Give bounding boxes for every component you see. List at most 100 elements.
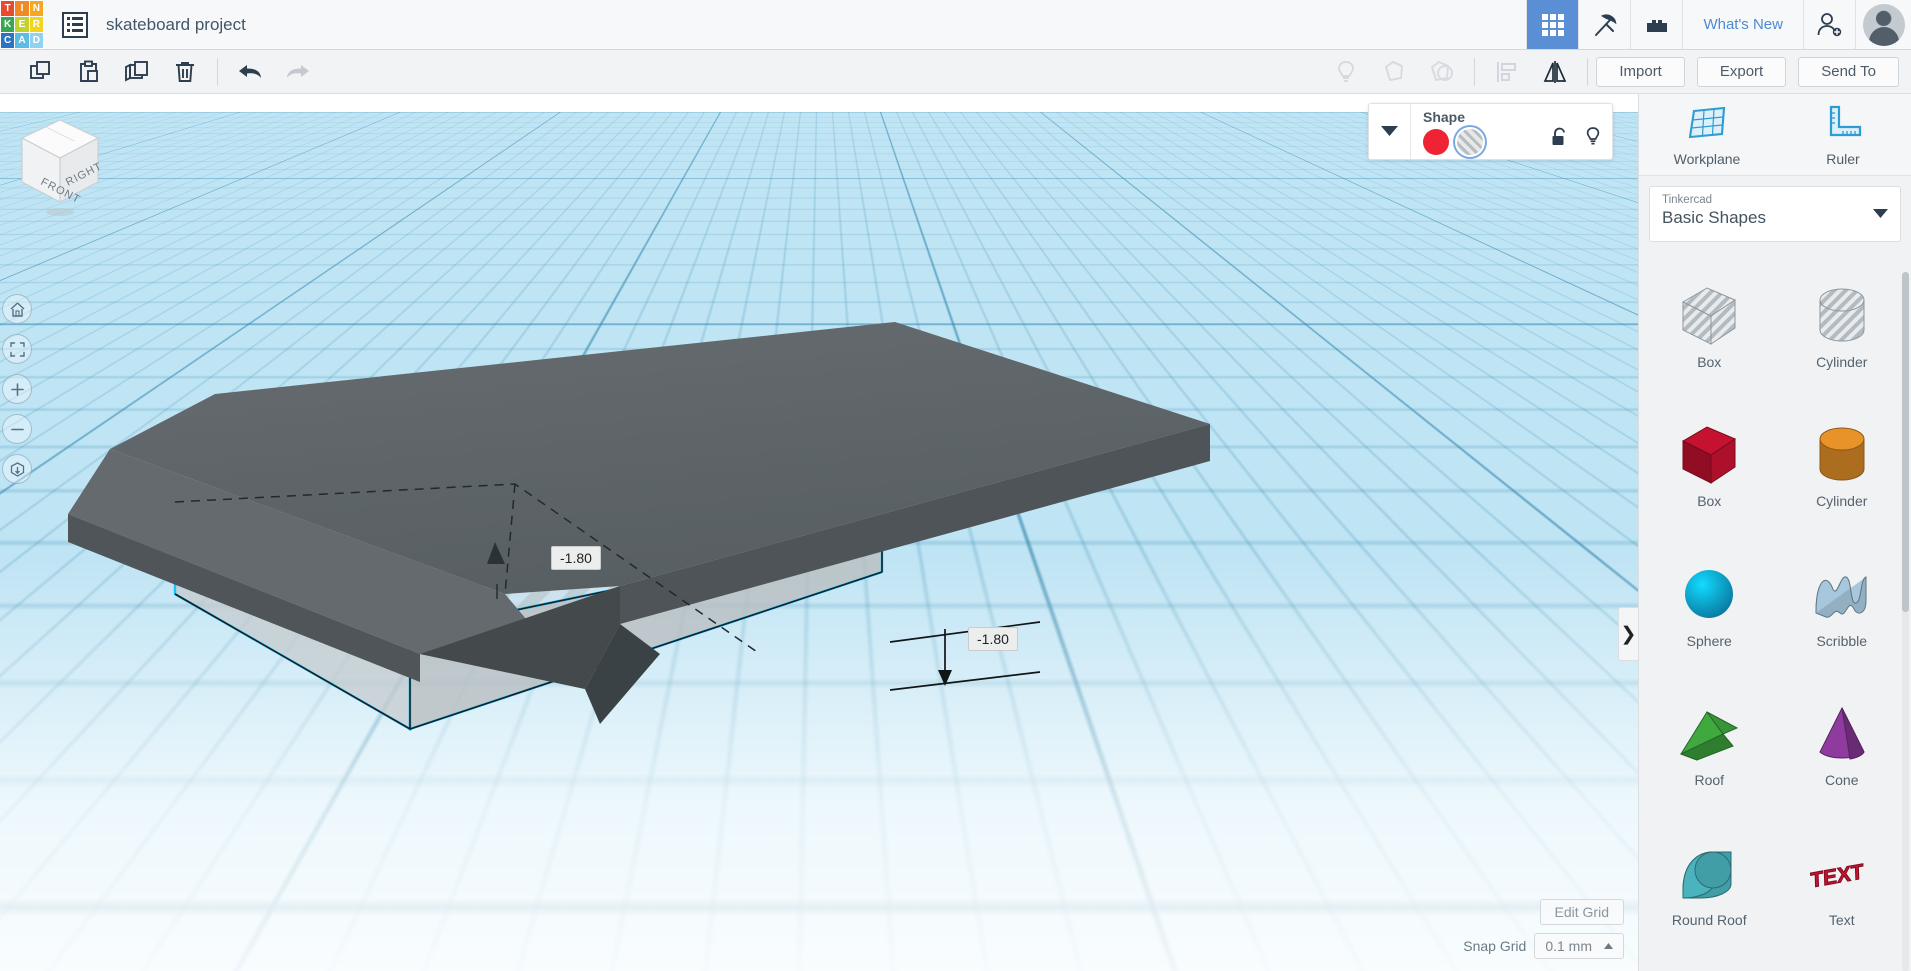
toolbar-divider-2 bbox=[1474, 57, 1476, 86]
import-button[interactable]: Import bbox=[1596, 56, 1685, 87]
shape-cylinder-orange[interactable]: Cylinder bbox=[1776, 413, 1909, 528]
mirror-button[interactable] bbox=[1531, 50, 1579, 93]
unlock-icon[interactable] bbox=[1551, 127, 1568, 147]
workplane-offset-label[interactable]: -1.80 bbox=[968, 627, 1018, 651]
zoom-in-button[interactable] bbox=[2, 374, 32, 404]
ruler-tool[interactable]: Ruler bbox=[1775, 103, 1911, 167]
roof-thumbnail bbox=[1673, 700, 1745, 768]
shape-label: Round Roof bbox=[1671, 911, 1747, 928]
view-nav-controls bbox=[2, 294, 32, 484]
shape-roof[interactable]: Roof bbox=[1643, 692, 1776, 807]
shape-library-dropdown[interactable]: Tinkercad Basic Shapes bbox=[1649, 186, 1901, 242]
undo-arrow-icon bbox=[239, 64, 261, 78]
undo-button[interactable] bbox=[226, 50, 274, 93]
align-icon bbox=[1497, 61, 1517, 82]
sidebar-scroll-thumb[interactable] bbox=[1902, 272, 1909, 612]
redo-button[interactable] bbox=[274, 50, 322, 93]
shape-cylinder-hole[interactable]: Cylinder bbox=[1776, 274, 1909, 389]
snap-grid-select[interactable]: 0.1 mm bbox=[1534, 933, 1624, 959]
logo-letter: R bbox=[29, 17, 43, 32]
grid-controls: Edit Grid Snap Grid 0.1 mm bbox=[1463, 899, 1624, 959]
logo-letter: E bbox=[15, 17, 29, 32]
lightbulb-icon[interactable] bbox=[1584, 126, 1602, 147]
header-spacer bbox=[246, 0, 1527, 49]
shape-box-red[interactable]: Box bbox=[1643, 413, 1776, 528]
codeblocks-button[interactable] bbox=[1578, 0, 1630, 49]
document-list-icon[interactable] bbox=[62, 11, 88, 38]
group-button[interactable] bbox=[1370, 50, 1418, 93]
edit-grid-button[interactable]: Edit Grid bbox=[1539, 899, 1624, 925]
pickaxe-icon bbox=[1594, 13, 1617, 36]
minus-icon bbox=[10, 428, 24, 430]
duplicate-button[interactable] bbox=[113, 50, 161, 93]
workplane-grid-icon bbox=[1688, 106, 1726, 138]
shape-label: Cone bbox=[1825, 772, 1859, 789]
cylinder-thumbnail bbox=[1806, 421, 1878, 489]
shape-text[interactable]: TEXT Text bbox=[1776, 832, 1909, 947]
view-cube[interactable]: FRONT RIGHT bbox=[12, 112, 108, 216]
page-title[interactable]: skateboard project bbox=[106, 15, 246, 35]
export-button[interactable]: Export bbox=[1696, 56, 1787, 87]
tinkercad-app: TINKERCAD skateboard project What's New … bbox=[0, 0, 1911, 971]
trash-icon bbox=[176, 61, 194, 82]
toolbar-divider-3 bbox=[1587, 57, 1589, 86]
gallery-grid-button[interactable] bbox=[1526, 0, 1579, 49]
avatar-button[interactable] bbox=[1855, 0, 1911, 49]
shape-scribble[interactable]: Scribble bbox=[1776, 553, 1909, 668]
shape-panel-actions bbox=[1551, 126, 1602, 147]
home-view-button[interactable] bbox=[2, 294, 32, 324]
cube-thumbnail bbox=[1673, 421, 1745, 489]
shape-label: Roof bbox=[1694, 772, 1725, 789]
bricks-button[interactable] bbox=[1630, 0, 1682, 49]
panel-collapse-handle[interactable]: ❯ bbox=[1618, 607, 1638, 661]
shape-properties-panel[interactable]: Shape bbox=[1368, 103, 1613, 160]
copy-icon bbox=[30, 60, 50, 79]
shape-sphere[interactable]: Sphere bbox=[1643, 553, 1776, 668]
roundroof-thumbnail bbox=[1673, 840, 1745, 908]
scribble-thumbnail bbox=[1806, 561, 1878, 629]
sidebar-scrollbar[interactable] bbox=[1902, 272, 1909, 971]
ungroup-button[interactable] bbox=[1418, 50, 1466, 93]
ruler-icon bbox=[1829, 105, 1862, 136]
cone-thumbnail bbox=[1806, 700, 1878, 768]
solid-mode-swatch[interactable] bbox=[1423, 129, 1449, 155]
shape-library-grid: Box Cylinder Box Cylinder Sphere Scribble Roof… bbox=[1639, 262, 1911, 971]
fit-view-button[interactable] bbox=[2, 334, 32, 364]
snap-grid-label: Snap Grid bbox=[1463, 938, 1527, 954]
workplane-tool[interactable]: Workplane bbox=[1639, 103, 1775, 167]
send-to-button[interactable]: Send To bbox=[1798, 56, 1899, 87]
invite-user-button[interactable] bbox=[1803, 0, 1855, 49]
shape-panel-title: Shape bbox=[1423, 109, 1466, 125]
ruler-tool-label: Ruler bbox=[1826, 150, 1860, 167]
chevron-up-icon bbox=[1604, 942, 1613, 949]
logo-letter: T bbox=[1, 1, 15, 16]
shape-cone[interactable]: Cone bbox=[1776, 692, 1909, 807]
shape-round-roof[interactable]: Round Roof bbox=[1643, 832, 1776, 947]
app-header: TINKERCAD skateboard project What's New bbox=[0, 0, 1911, 50]
delete-button[interactable] bbox=[161, 50, 209, 93]
hole-mode-swatch[interactable] bbox=[1457, 129, 1483, 155]
ortho-perspective-button[interactable] bbox=[2, 454, 32, 484]
ungroup-shapes-icon bbox=[1431, 60, 1454, 81]
plus-icon bbox=[10, 382, 24, 396]
paste-button[interactable] bbox=[65, 50, 113, 93]
height-offset-label[interactable]: -1.80 bbox=[551, 546, 601, 570]
grid-icon bbox=[1541, 13, 1564, 36]
snap-grid-value: 0.1 mm bbox=[1545, 938, 1592, 954]
logo-letter: K bbox=[1, 17, 15, 32]
shape-label: Text bbox=[1828, 911, 1855, 928]
3d-viewport[interactable]: -1.80 -1.80 FRONT RIGHT ❯ Edit Grid Snap… bbox=[0, 94, 1638, 971]
shape-label: Box bbox=[1697, 354, 1722, 370]
light-button[interactable] bbox=[1322, 50, 1370, 93]
workplane-tool-label: Workplane bbox=[1673, 150, 1741, 167]
copy-button[interactable] bbox=[17, 50, 65, 93]
shape-box-hole[interactable]: Box bbox=[1643, 274, 1776, 389]
whats-new-link[interactable]: What's New bbox=[1682, 0, 1803, 49]
align-button[interactable] bbox=[1483, 50, 1531, 93]
brick-icon bbox=[1646, 19, 1667, 32]
shape-panel-collapse-button[interactable] bbox=[1369, 104, 1411, 159]
tinkercad-logo[interactable]: TINKERCAD bbox=[0, 0, 44, 49]
paste-icon bbox=[80, 60, 98, 82]
zoom-out-button[interactable] bbox=[2, 414, 32, 444]
workplane-grid bbox=[0, 94, 1638, 971]
